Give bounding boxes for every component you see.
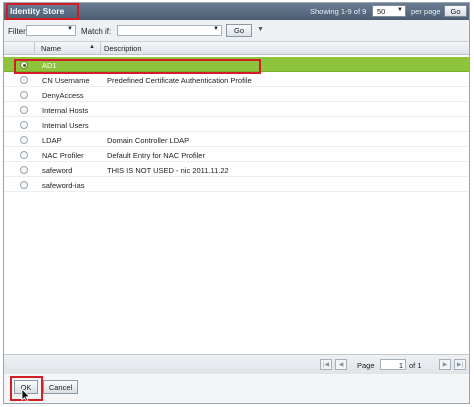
page-total: of 1 bbox=[409, 361, 422, 370]
pagination-bar: |◀ ◀ Page 1 of 1 ▶ ▶| bbox=[4, 354, 469, 374]
table-row[interactable]: LDAP Domain Controller LDAP bbox=[4, 132, 469, 147]
page-number-value: 1 bbox=[398, 361, 403, 370]
first-page-icon[interactable]: |◀ bbox=[320, 359, 332, 370]
chevron-down-icon: ▼ bbox=[213, 26, 219, 32]
mouse-pointer-icon bbox=[21, 388, 31, 402]
per-page-value: 50 bbox=[377, 7, 386, 16]
identity-store-dialog: Identity Store Showing 1-9 of 9 50 ▼ per… bbox=[3, 2, 470, 404]
previous-page-icon[interactable]: ◀ bbox=[335, 359, 347, 370]
match-if-select[interactable]: ▼ bbox=[117, 25, 222, 36]
table-row[interactable]: Internal Users bbox=[4, 117, 469, 132]
row-radio-button[interactable] bbox=[20, 181, 28, 189]
row-description: Default Entry for NAC Profiler bbox=[107, 151, 205, 160]
row-radio-button[interactable] bbox=[20, 76, 28, 84]
dialog-header: Identity Store Showing 1-9 of 9 50 ▼ per… bbox=[4, 3, 469, 20]
row-radio-button[interactable] bbox=[20, 151, 28, 159]
per-page-label: per page bbox=[411, 7, 441, 16]
row-name: Internal Hosts bbox=[42, 106, 89, 115]
go-button[interactable]: Go bbox=[444, 5, 467, 17]
filter-go-button[interactable]: Go bbox=[226, 24, 252, 37]
row-description: Domain Controller LDAP bbox=[107, 136, 190, 145]
match-if-label: Match if: bbox=[81, 27, 112, 36]
row-name: DenyAccess bbox=[42, 91, 84, 100]
cancel-button[interactable]: Cancel bbox=[43, 380, 78, 394]
per-page-select[interactable]: 50 ▼ bbox=[372, 5, 406, 17]
chevron-down-icon: ▼ bbox=[397, 7, 403, 13]
table-row[interactable]: Internal Hosts bbox=[4, 102, 469, 117]
row-name: safeword bbox=[42, 166, 73, 175]
row-name: safeword-ias bbox=[42, 181, 85, 190]
row-name: NAC Profiler bbox=[42, 151, 84, 160]
table-row[interactable]: DenyAccess bbox=[4, 87, 469, 102]
row-name: LDAP bbox=[42, 136, 62, 145]
filter-field-select[interactable]: ▼ bbox=[26, 25, 76, 36]
filter-bar: Filter: ▼ Match if: ▼ Go ▼ bbox=[4, 20, 469, 42]
page-number-input[interactable]: 1 bbox=[380, 359, 406, 370]
sort-ascending-icon[interactable]: ▲ bbox=[89, 44, 95, 50]
column-divider bbox=[34, 42, 35, 55]
next-page-icon[interactable]: ▶ bbox=[439, 359, 451, 370]
column-header-name[interactable]: Name bbox=[41, 44, 61, 53]
table-row[interactable]: CN Username Predefined Certificate Authe… bbox=[4, 72, 469, 87]
table-header: Name ▲ Description bbox=[4, 42, 469, 55]
row-description: THIS IS NOT USED - nic 2011.11.22 bbox=[107, 166, 229, 175]
column-header-description[interactable]: Description bbox=[104, 44, 142, 53]
table-row[interactable]: safeword-ias bbox=[4, 177, 469, 192]
row-radio-button[interactable] bbox=[20, 166, 28, 174]
table-row[interactable]: NAC Profiler Default Entry for NAC Profi… bbox=[4, 147, 469, 162]
column-divider bbox=[100, 42, 101, 55]
row-radio-button[interactable] bbox=[20, 121, 28, 129]
row-radio-button[interactable] bbox=[20, 136, 28, 144]
row-description: Predefined Certificate Authentication Pr… bbox=[107, 76, 252, 85]
selected-row-highlight-box bbox=[14, 59, 261, 74]
chevron-down-icon: ▼ bbox=[67, 26, 73, 32]
showing-count: Showing 1-9 of 9 bbox=[310, 7, 367, 16]
row-name: CN Username bbox=[42, 76, 90, 85]
row-radio-button[interactable] bbox=[20, 106, 28, 114]
dialog-footer: OK Cancel bbox=[4, 374, 469, 403]
filter-options-icon[interactable]: ▼ bbox=[257, 26, 264, 33]
row-name: Internal Users bbox=[42, 121, 89, 130]
row-radio-button[interactable] bbox=[20, 91, 28, 99]
table-row[interactable]: safeword THIS IS NOT USED - nic 2011.11.… bbox=[4, 162, 469, 177]
title-highlight-box bbox=[6, 3, 79, 20]
page-label: Page bbox=[357, 361, 375, 370]
filter-label: Filter: bbox=[8, 27, 28, 36]
identity-store-table: Name ▲ Description AD1 CN Username Prede… bbox=[4, 42, 469, 353]
last-page-icon[interactable]: ▶| bbox=[454, 359, 466, 370]
